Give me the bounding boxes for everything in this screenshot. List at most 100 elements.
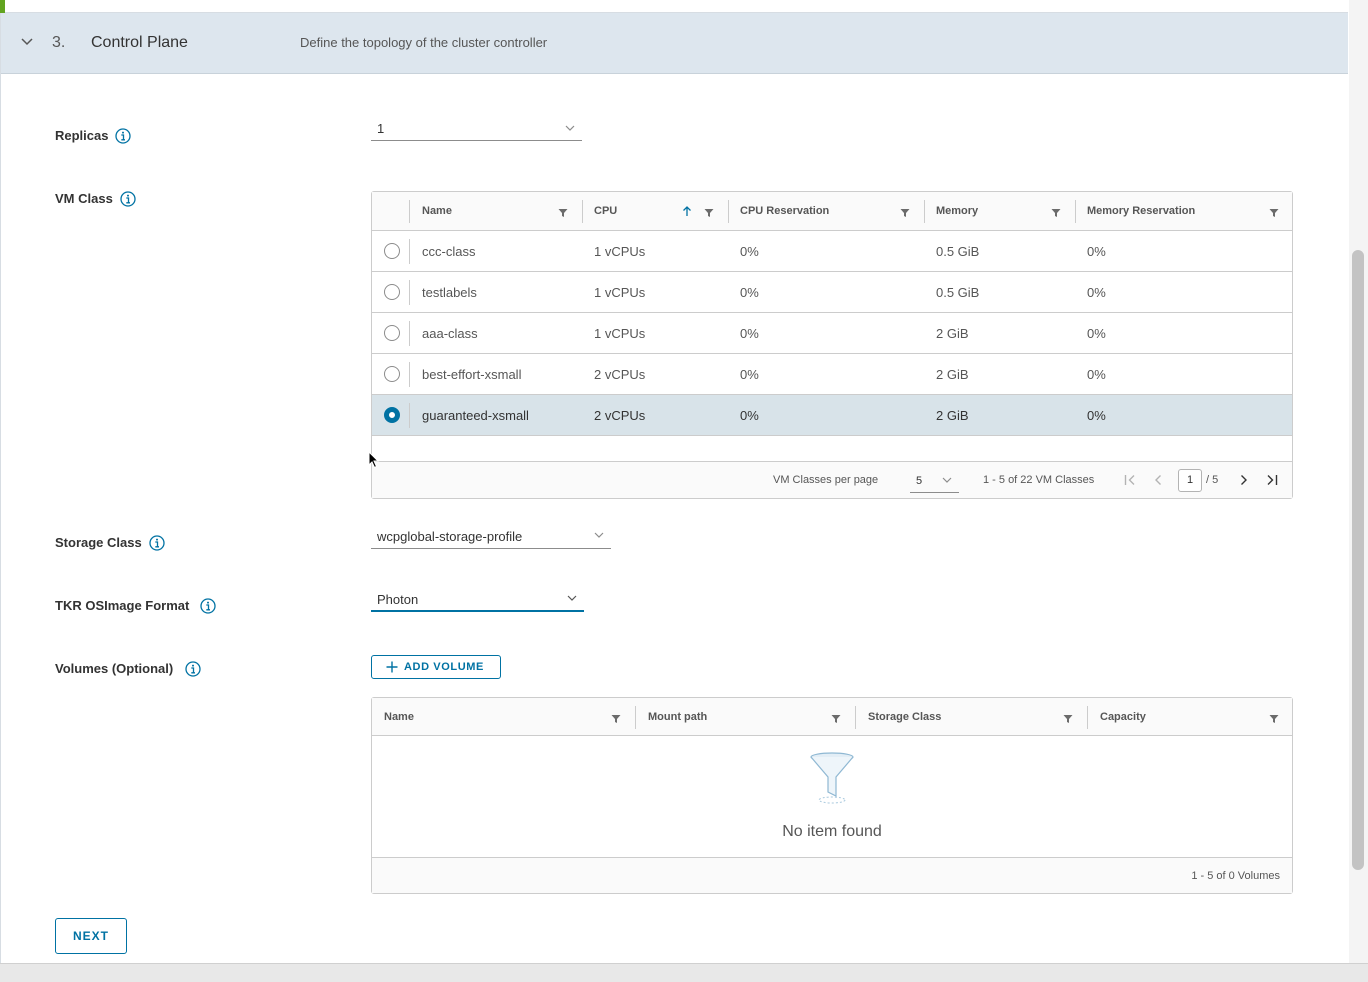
filter-icon[interactable] bbox=[1269, 208, 1279, 218]
empty-state-text: No item found bbox=[782, 823, 882, 840]
cell-cpu-reservation: 0% bbox=[740, 285, 759, 300]
filter-icon[interactable] bbox=[1051, 208, 1061, 218]
row-radio-checked[interactable] bbox=[384, 407, 400, 423]
column-header-mount-path[interactable]: Mount path bbox=[648, 711, 707, 723]
step-title: Control Plane bbox=[91, 34, 188, 51]
info-icon[interactable] bbox=[149, 535, 165, 551]
table-row-selected[interactable]: guaranteed-xsmall 2 vCPUs 0% 2 GiB 0% bbox=[372, 395, 1292, 436]
filter-icon[interactable] bbox=[831, 714, 841, 724]
chevron-down-icon[interactable] bbox=[20, 34, 34, 48]
cell-name: guaranteed-xsmall bbox=[422, 408, 529, 423]
replicas-label: Replicas bbox=[55, 128, 109, 143]
cell-name: ccc-class bbox=[422, 244, 476, 259]
column-header-memory[interactable]: Memory bbox=[936, 205, 978, 217]
add-volume-button[interactable]: ADD VOLUME bbox=[371, 655, 501, 679]
mouse-cursor-icon bbox=[368, 451, 380, 469]
table-row[interactable]: aaa-class 1 vCPUs 0% 2 GiB 0% bbox=[372, 313, 1292, 354]
step-description: Define the topology of the cluster contr… bbox=[300, 35, 548, 50]
cell-memory: 0.5 GiB bbox=[936, 285, 980, 300]
per-page-label: VM Classes per page bbox=[773, 474, 879, 486]
total-pages: / 5 bbox=[1206, 474, 1219, 486]
cell-cpu: 1 vCPUs bbox=[594, 244, 646, 259]
cell-memory-reservation: 0% bbox=[1087, 326, 1106, 341]
cell-name: best-effort-xsmall bbox=[422, 367, 522, 382]
info-icon[interactable] bbox=[185, 661, 201, 677]
tkr-format-value: Photon bbox=[377, 592, 419, 607]
datagrid-footer: 1 - 5 of 0 Volumes bbox=[372, 857, 1292, 893]
tkr-format-select[interactable]: Photon bbox=[371, 590, 584, 612]
chevron-down-icon bbox=[942, 477, 952, 483]
cell-cpu-reservation: 0% bbox=[740, 408, 759, 423]
row-radio[interactable] bbox=[384, 366, 400, 382]
chevron-down-icon bbox=[567, 595, 577, 601]
next-page-icon[interactable] bbox=[1237, 473, 1251, 487]
filter-icon[interactable] bbox=[558, 208, 568, 218]
top-edge bbox=[0, 0, 1348, 13]
step-status-accent bbox=[0, 0, 5, 13]
datagrid-footer: VM Classes per page 5 1 - 5 of 22 VM Cla… bbox=[372, 461, 1292, 498]
last-page-icon[interactable] bbox=[1265, 473, 1279, 487]
cell-memory: 2 GiB bbox=[936, 326, 969, 341]
cell-memory: 2 GiB bbox=[936, 408, 969, 423]
table-row[interactable]: best-effort-xsmall 2 vCPUs 0% 2 GiB 0% bbox=[372, 354, 1292, 395]
cell-name: aaa-class bbox=[422, 326, 478, 341]
datagrid-header: Name Mount path Storage Class Capacity bbox=[372, 698, 1292, 736]
cell-name: testlabels bbox=[422, 285, 477, 300]
sort-ascending-icon[interactable] bbox=[681, 205, 693, 217]
replicas-select[interactable]: 1 bbox=[371, 120, 582, 141]
tkr-format-label: TKR OSImage Format bbox=[55, 598, 190, 613]
cell-memory-reservation: 0% bbox=[1087, 244, 1106, 259]
pagination-range: 1 - 5 of 22 VM Classes bbox=[983, 474, 1095, 486]
datagrid-header: Name CPU CPU Reservation Memory Memory R… bbox=[372, 192, 1292, 231]
cell-memory-reservation: 0% bbox=[1087, 285, 1106, 300]
chevron-down-icon bbox=[565, 125, 575, 131]
bottom-edge bbox=[0, 963, 1368, 982]
storage-class-select[interactable]: wcpglobal-storage-profile bbox=[371, 527, 611, 549]
column-header-name[interactable]: Name bbox=[422, 205, 452, 217]
cell-cpu: 2 vCPUs bbox=[594, 408, 646, 423]
empty-filter-funnel-icon bbox=[810, 752, 854, 804]
row-radio[interactable] bbox=[384, 243, 400, 259]
filter-icon[interactable] bbox=[1063, 714, 1073, 724]
per-page-value: 5 bbox=[916, 475, 923, 487]
previous-page-icon[interactable] bbox=[1151, 473, 1165, 487]
filter-icon[interactable] bbox=[704, 208, 714, 218]
vm-class-label: VM Class bbox=[55, 191, 113, 206]
filter-icon[interactable] bbox=[1269, 714, 1279, 724]
column-header-capacity[interactable]: Capacity bbox=[1100, 711, 1146, 723]
step-header[interactable] bbox=[1, 13, 1348, 74]
volumes-label: Volumes (Optional) bbox=[55, 661, 174, 676]
current-page-input[interactable]: 1 bbox=[1178, 469, 1202, 492]
table-row[interactable]: ccc-class 1 vCPUs 0% 0.5 GiB 0% bbox=[372, 231, 1292, 272]
filter-icon[interactable] bbox=[611, 714, 621, 724]
cell-memory-reservation: 0% bbox=[1087, 408, 1106, 423]
replicas-value: 1 bbox=[377, 121, 385, 136]
info-icon[interactable] bbox=[120, 191, 136, 207]
column-header-memory-reservation[interactable]: Memory Reservation bbox=[1087, 205, 1195, 217]
cell-cpu-reservation: 0% bbox=[740, 326, 759, 341]
left-border bbox=[0, 13, 1, 963]
scrollbar-thumb[interactable] bbox=[1352, 250, 1364, 870]
table-row[interactable]: testlabels 1 vCPUs 0% 0.5 GiB 0% bbox=[372, 272, 1292, 313]
cell-cpu: 2 vCPUs bbox=[594, 367, 646, 382]
info-icon[interactable] bbox=[115, 128, 131, 144]
cell-memory-reservation: 0% bbox=[1087, 367, 1106, 382]
storage-class-label: Storage Class bbox=[55, 535, 142, 550]
column-header-cpu-reservation[interactable]: CPU Reservation bbox=[740, 205, 829, 217]
first-page-icon[interactable] bbox=[1123, 473, 1137, 487]
column-header-storage-class[interactable]: Storage Class bbox=[868, 711, 941, 723]
filter-icon[interactable] bbox=[900, 208, 910, 218]
row-radio[interactable] bbox=[384, 284, 400, 300]
column-header-cpu[interactable]: CPU bbox=[594, 205, 617, 217]
cell-cpu: 1 vCPUs bbox=[594, 326, 646, 341]
cell-cpu: 1 vCPUs bbox=[594, 285, 646, 300]
info-icon[interactable] bbox=[200, 598, 216, 614]
cell-memory: 0.5 GiB bbox=[936, 244, 980, 259]
storage-class-value: wcpglobal-storage-profile bbox=[377, 529, 523, 544]
volumes-count: 1 - 5 of 0 Volumes bbox=[1191, 870, 1280, 882]
next-button[interactable]: NEXT bbox=[55, 918, 127, 954]
per-page-select[interactable]: 5 bbox=[910, 471, 959, 493]
column-header-name[interactable]: Name bbox=[384, 711, 414, 723]
volumes-datagrid: Name Mount path Storage Class Capacity N… bbox=[371, 697, 1293, 894]
row-radio[interactable] bbox=[384, 325, 400, 341]
